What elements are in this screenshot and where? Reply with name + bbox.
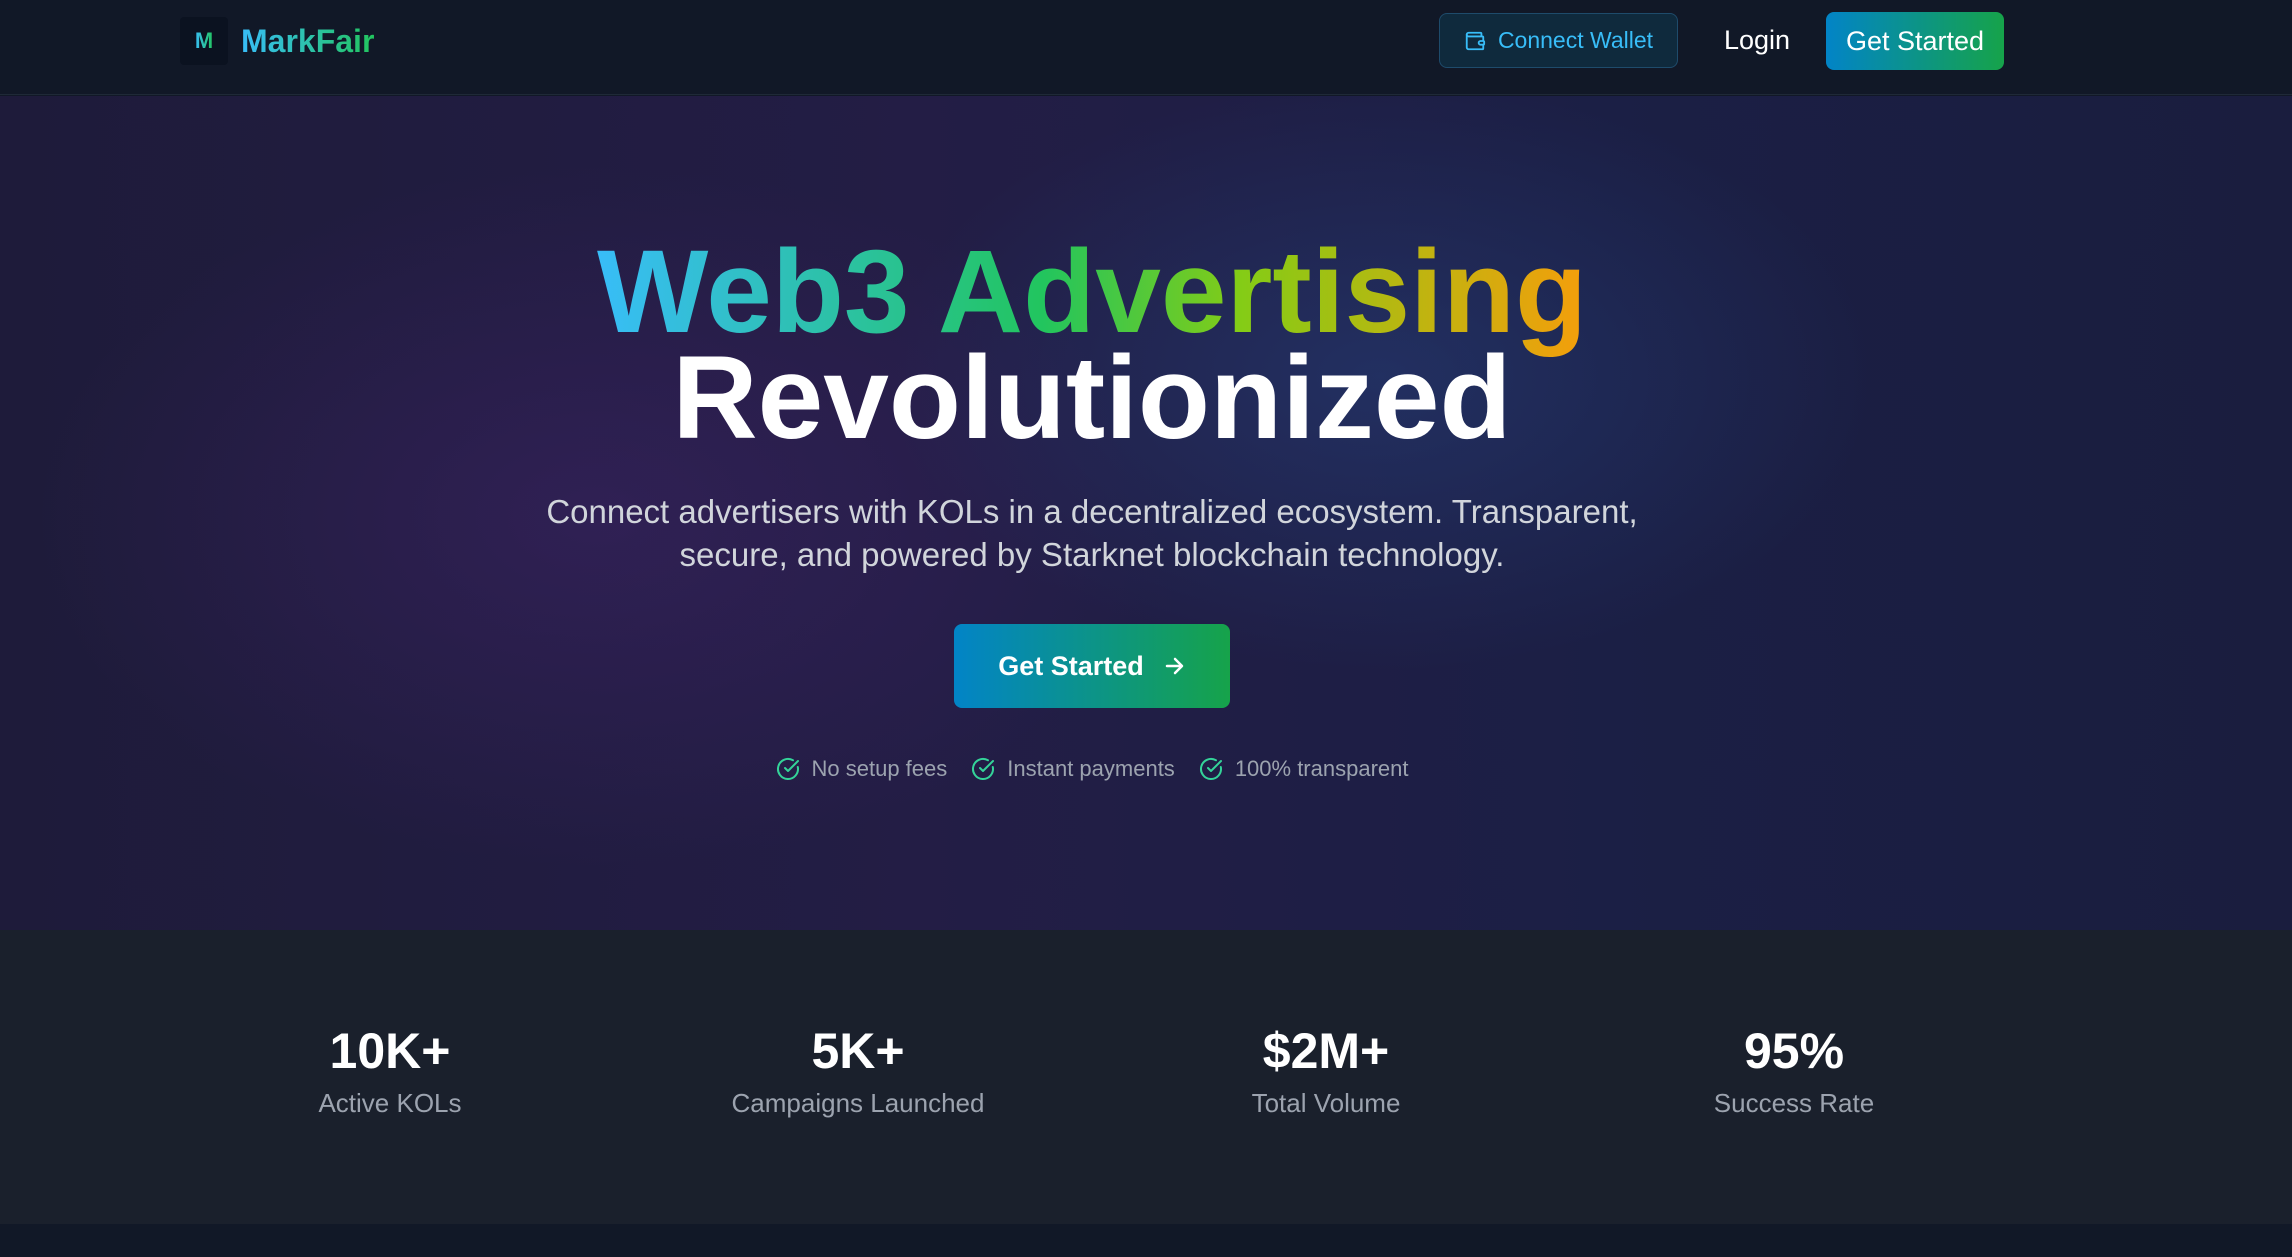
stat-item: 10K+ Active KOLs <box>210 1022 570 1119</box>
hero-subtitle-line1: Connect advertisers with KOLs in a decen… <box>546 493 1638 530</box>
stat-value: 10K+ <box>329 1023 451 1079</box>
nav-get-started-button[interactable]: Get Started <box>1826 12 2004 70</box>
stats-section: 10K+ Active KOLs 5K+ Campaigns Launched … <box>0 930 2292 1224</box>
hero-get-started-label: Get Started <box>998 650 1144 681</box>
check-circle-icon <box>1199 757 1222 780</box>
login-button[interactable]: Login <box>1710 13 1804 68</box>
stat-label: Campaigns Launched <box>731 1088 985 1118</box>
check-circle-icon <box>972 757 995 780</box>
check-circle-icon <box>776 757 799 780</box>
hero-subtitle: Connect advertisers with KOLs in a decen… <box>542 490 1642 576</box>
next-section-edge <box>0 1224 2292 1257</box>
stat-label: Success Rate <box>1713 1088 1875 1118</box>
hero-get-started-button[interactable]: Get Started <box>954 624 1230 708</box>
stat-value: 95% <box>1743 1023 1845 1079</box>
connect-wallet-button[interactable]: Connect Wallet <box>1439 13 1678 68</box>
stat-item: $2M+ Total Volume <box>1146 1022 1506 1119</box>
feature-label: Instant payments <box>1007 756 1175 781</box>
hero-title-plain: Revolutionized <box>672 332 1512 464</box>
wallet-icon <box>1465 31 1486 50</box>
stat-label: Total Volume <box>1251 1088 1401 1118</box>
hero-subtitle-line2: secure, and powered by Starknet blockcha… <box>679 536 1505 573</box>
feature-label: No setup fees <box>811 756 948 781</box>
stat-value: $2M+ <box>1262 1023 1390 1079</box>
feature-item: Instant payments <box>971 756 1175 782</box>
hero-section: Web3 Advertising Revolutionized Connect … <box>0 96 2292 930</box>
logo: M <box>180 17 228 65</box>
feature-item: 100% transparent <box>1199 756 1409 782</box>
brand-name: MarkFair <box>241 22 375 59</box>
feature-label: 100% transparent <box>1234 756 1409 781</box>
stat-value: 5K+ <box>811 1023 905 1079</box>
stat-item: 95% Success Rate <box>1614 1022 1974 1119</box>
connect-wallet-label: Connect Wallet <box>1497 27 1654 53</box>
navbar: M MarkFair Connect Wallet Login Get Star… <box>0 0 2292 95</box>
feature-list: No setup fees Instant payments 100% tran… <box>0 756 2184 782</box>
stat-item: 5K+ Campaigns Launched <box>678 1022 1038 1119</box>
brand[interactable]: M MarkFair <box>180 17 374 65</box>
logo-letter: M <box>194 28 214 53</box>
feature-item: No setup fees <box>776 756 948 782</box>
stat-label: Active KOLs <box>318 1088 462 1118</box>
arrow-right-icon <box>1165 657 1184 675</box>
